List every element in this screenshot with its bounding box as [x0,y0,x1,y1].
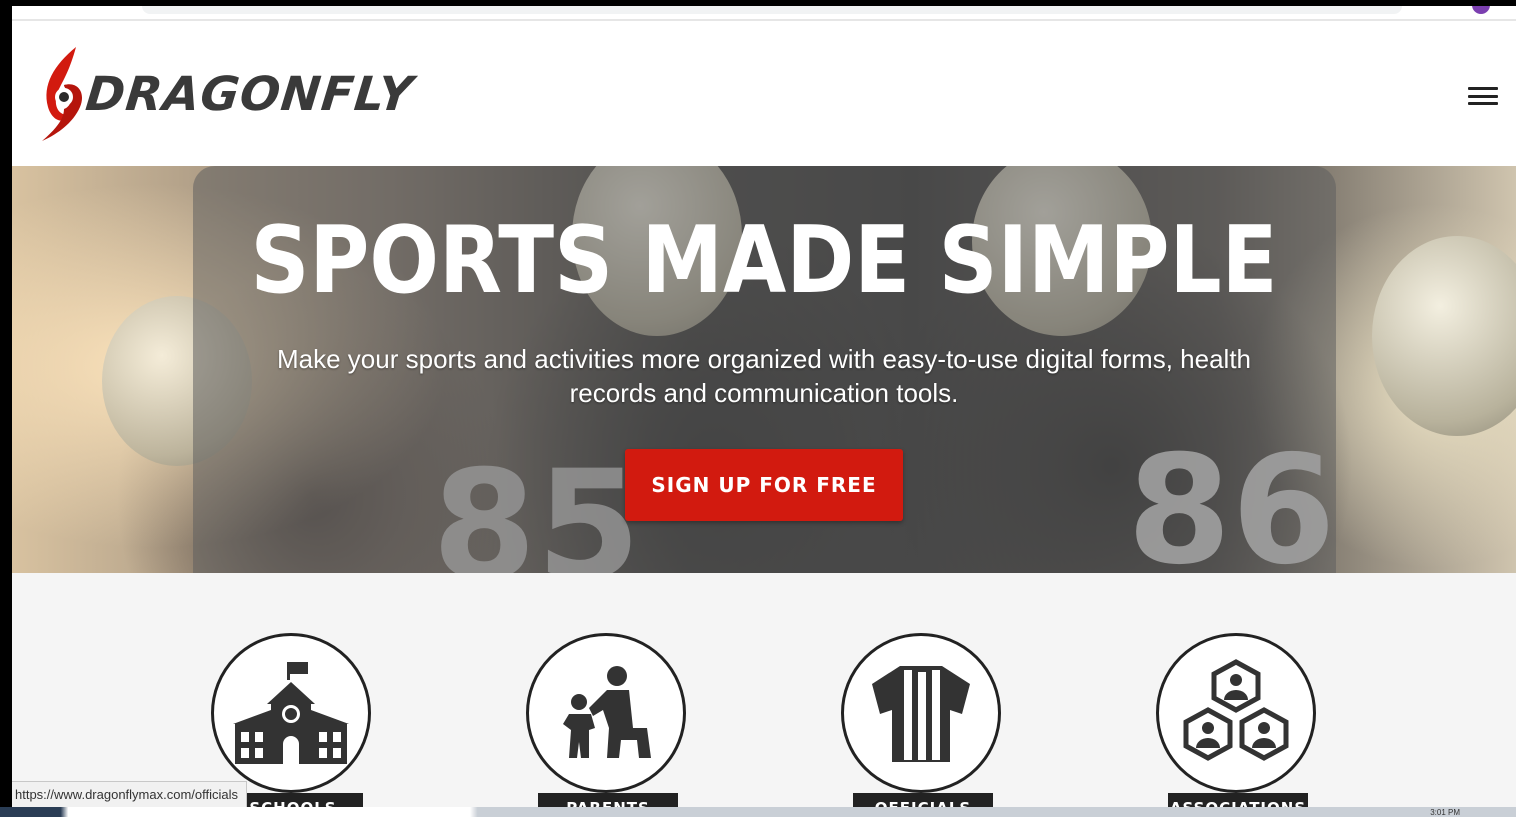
role-circle [1156,633,1316,793]
role-circle [526,633,686,793]
hero-title: SPORTS MADE SIMPLE [250,206,1278,314]
role-circle [841,633,1001,793]
status-bar-url: https://www.dragonflymax.com/officials [12,781,248,809]
hero-subtitle: Make your sports and activities more org… [277,344,1251,408]
taskbar-clock: 3:01 PM [1430,808,1460,817]
logo-wordmark: DRAGONFLY [83,67,417,122]
role-circle [211,633,371,793]
menu-line [1468,102,1498,105]
menu-line [1468,94,1498,98]
role-associations[interactable]: ASSOCIATIONS [1154,633,1322,817]
role-parents[interactable]: PARENTS [524,633,692,817]
menu-line [1468,87,1498,90]
page: DRAGONFLY 85 86 SPORTS MADE SIMPLE Make … [12,6,1516,817]
profile-avatar[interactable] [1472,6,1490,14]
referee-jersey-icon [872,666,970,762]
parent-child-icon [563,666,651,758]
browser-top-strip [12,6,1516,21]
school-building-icon [233,662,349,764]
dragonfly-logo[interactable]: DRAGONFLY [34,45,454,145]
site-header: DRAGONFLY [12,21,1516,166]
os-taskbar: 3:01 PM [0,807,1516,817]
sign-up-button[interactable]: SIGN UP FOR FREE [625,449,903,521]
address-bar[interactable] [142,6,1402,14]
role-officials[interactable]: OFFICIALS [839,633,1007,817]
hero-banner: 85 86 SPORTS MADE SIMPLE Make your sport… [12,166,1516,573]
association-group-icon [1183,659,1289,761]
dragonfly-flame-icon [42,47,83,141]
hamburger-menu-icon[interactable] [1468,83,1498,109]
